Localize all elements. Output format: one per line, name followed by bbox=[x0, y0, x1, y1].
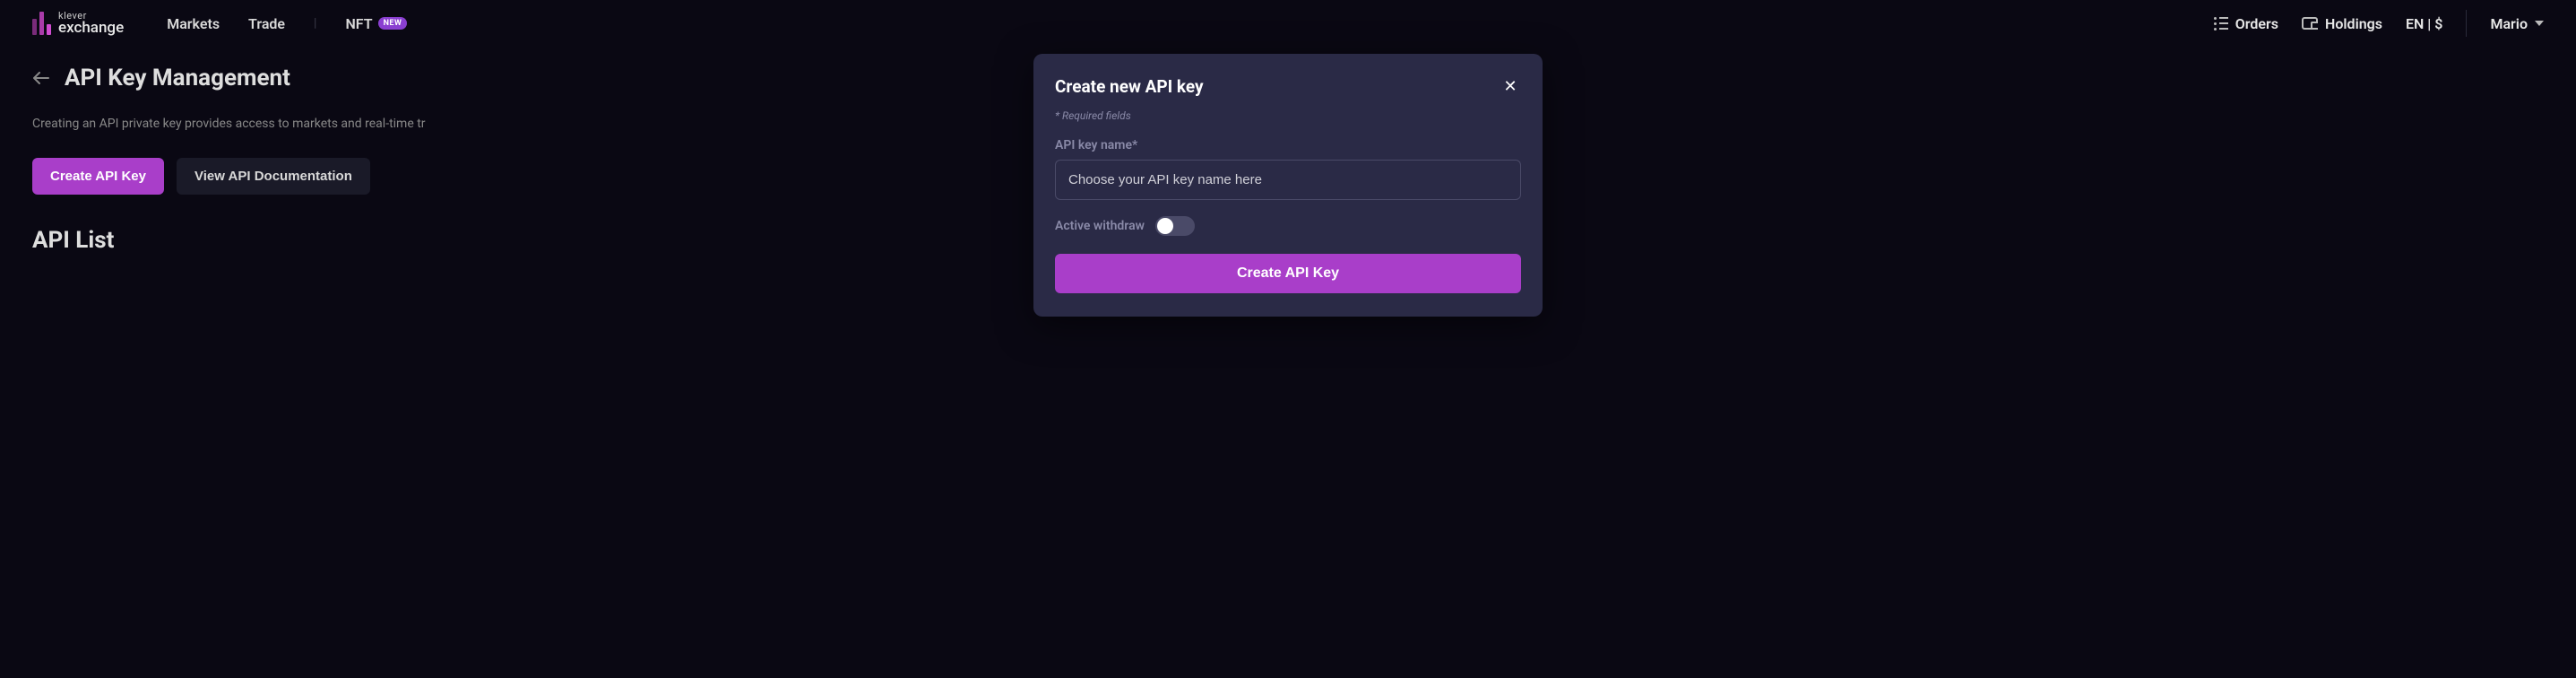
active-withdraw-row: Active withdraw bbox=[1055, 216, 1521, 236]
logo[interactable]: klever exchange bbox=[32, 11, 124, 36]
nav-trade[interactable]: Trade bbox=[248, 15, 285, 32]
nav-divider: | bbox=[314, 16, 316, 30]
nav: Markets Trade | NFT NEW bbox=[167, 15, 407, 32]
close-icon: ✕ bbox=[1503, 77, 1517, 95]
chevron-down-icon bbox=[2535, 21, 2544, 26]
holdings-link[interactable]: Holdings bbox=[2302, 15, 2382, 32]
header-divider bbox=[2466, 10, 2467, 37]
logo-icon bbox=[32, 12, 51, 35]
user-name: Mario bbox=[2490, 15, 2528, 32]
back-button[interactable] bbox=[32, 69, 50, 87]
nav-markets[interactable]: Markets bbox=[167, 15, 220, 32]
view-docs-button[interactable]: View API Documentation bbox=[177, 158, 370, 195]
wallet-icon bbox=[2302, 17, 2318, 30]
active-withdraw-toggle[interactable] bbox=[1155, 216, 1195, 236]
logo-bottom: exchange bbox=[58, 21, 124, 36]
create-api-key-modal: Create new API key ✕ * Required fields A… bbox=[1033, 54, 1543, 317]
modal-title: Create new API key bbox=[1055, 76, 1204, 97]
api-key-name-input[interactable] bbox=[1055, 160, 1521, 200]
modal-submit-button[interactable]: Create API Key bbox=[1055, 254, 1521, 293]
orders-icon bbox=[2214, 17, 2228, 30]
logo-text: klever exchange bbox=[58, 11, 124, 36]
arrow-left-icon bbox=[33, 72, 49, 84]
api-key-name-label: API key name* bbox=[1055, 138, 1521, 152]
modal-required-hint: * Required fields bbox=[1055, 109, 1521, 122]
active-withdraw-label: Active withdraw bbox=[1055, 219, 1145, 233]
user-menu[interactable]: Mario bbox=[2490, 15, 2544, 32]
nav-nft-label: NFT bbox=[345, 15, 372, 32]
orders-label: Orders bbox=[2235, 15, 2278, 32]
page-title: API Key Management bbox=[65, 65, 290, 91]
header-right: Orders Holdings EN | $ Mario bbox=[2214, 10, 2544, 37]
lang-currency[interactable]: EN | $ bbox=[2406, 15, 2442, 32]
badge-new: NEW bbox=[378, 17, 408, 30]
modal-close-button[interactable]: ✕ bbox=[1500, 75, 1521, 97]
nav-nft[interactable]: NFT NEW bbox=[345, 15, 407, 32]
modal-header: Create new API key ✕ bbox=[1055, 75, 1521, 97]
create-api-key-button[interactable]: Create API Key bbox=[32, 158, 164, 195]
modal-overlay: Create new API key ✕ * Required fields A… bbox=[1033, 54, 1543, 317]
orders-link[interactable]: Orders bbox=[2214, 15, 2278, 32]
toggle-knob bbox=[1157, 218, 1173, 234]
holdings-label: Holdings bbox=[2325, 15, 2382, 32]
header: klever exchange Markets Trade | NFT NEW … bbox=[0, 0, 2576, 47]
